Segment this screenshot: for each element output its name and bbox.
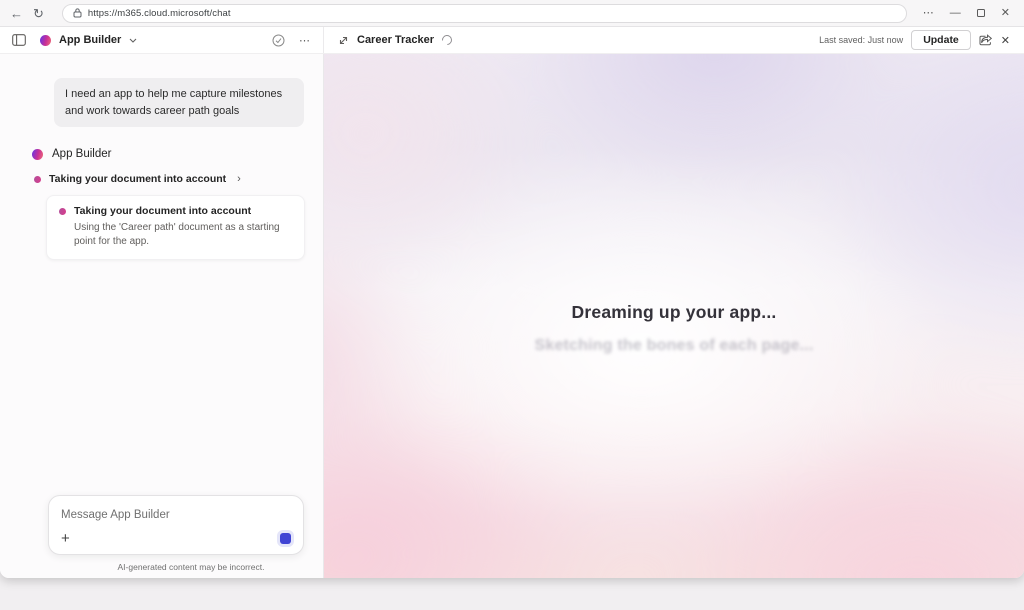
status-item[interactable]: Taking your document into account › (34, 173, 323, 185)
status-dot-icon (34, 176, 41, 183)
loading-spinner-icon (440, 33, 454, 47)
expand-icon[interactable] (338, 35, 349, 46)
app-builder-avatar-icon (32, 149, 43, 160)
status-card-title: Taking your document into account (74, 205, 251, 217)
browser-more-icon[interactable]: ⋯ (923, 8, 934, 19)
share-icon[interactable] (979, 34, 993, 46)
last-saved-status: Last saved: Just now (819, 35, 903, 45)
site-info-lock-icon[interactable] (73, 8, 82, 18)
assistant-row: App Builder (32, 148, 323, 160)
loading-subtitle: Sketching the bones of each page... (324, 337, 1024, 355)
chat-panel-header: App Builder ⋯ (0, 27, 324, 53)
status-card: Taking your document into account Using … (46, 195, 305, 260)
window-controls: ⋯ — ✕ (923, 8, 1014, 19)
canvas-close-icon[interactable]: ✕ (1001, 34, 1010, 47)
message-input[interactable] (61, 509, 291, 521)
browser-refresh-icon[interactable]: ↻ (33, 7, 44, 20)
url-text: https://m365.cloud.microsoft/chat (88, 8, 231, 19)
chat-panel: I need an app to help me capture milesto… (0, 54, 324, 578)
browser-window: ← ↻ https://m365.cloud.microsoft/chat ⋯ … (0, 0, 1024, 578)
canvas-header: Career Tracker Last saved: Just now Upda… (324, 27, 1024, 53)
browser-back-icon[interactable]: ← (10, 7, 23, 20)
assistant-name: App Builder (52, 148, 111, 160)
add-attachment-button[interactable]: + (61, 531, 70, 546)
app-header: App Builder ⋯ Career Tracker Last saved:… (0, 27, 1024, 54)
ai-disclaimer: AI-generated content may be incorrect. (48, 555, 304, 572)
window-minimize-icon[interactable]: — (950, 8, 961, 19)
user-message-bubble: I need an app to help me capture milesto… (54, 78, 304, 127)
browser-chrome: ← ↻ https://m365.cloud.microsoft/chat ⋯ … (0, 0, 1024, 27)
status-card-description: Using the 'Career path' document as a st… (74, 221, 292, 249)
check-circle-icon[interactable] (272, 34, 285, 47)
status-item-label: Taking your document into account (49, 173, 226, 185)
url-bar[interactable]: https://m365.cloud.microsoft/chat (62, 4, 907, 23)
app-canvas: Dreaming up your app... Sketching the bo… (324, 54, 1024, 578)
chevron-right-icon: › (237, 173, 241, 185)
sidebar-toggle-icon[interactable] (12, 34, 26, 46)
canvas-title: Career Tracker (357, 34, 434, 46)
message-composer[interactable]: + (48, 495, 304, 555)
status-card-dot-icon (59, 208, 66, 215)
stop-generating-button[interactable] (280, 533, 291, 544)
chat-more-icon[interactable]: ⋯ (299, 34, 311, 47)
chat-panel-title[interactable]: App Builder (59, 34, 121, 46)
window-close-icon[interactable]: ✕ (1001, 8, 1010, 19)
app-builder-logo-icon (40, 35, 51, 46)
chevron-down-icon[interactable] (129, 38, 137, 43)
loading-title: Dreaming up your app... (324, 302, 1024, 323)
window-maximize-icon[interactable] (977, 9, 985, 17)
update-button[interactable]: Update (911, 30, 971, 50)
